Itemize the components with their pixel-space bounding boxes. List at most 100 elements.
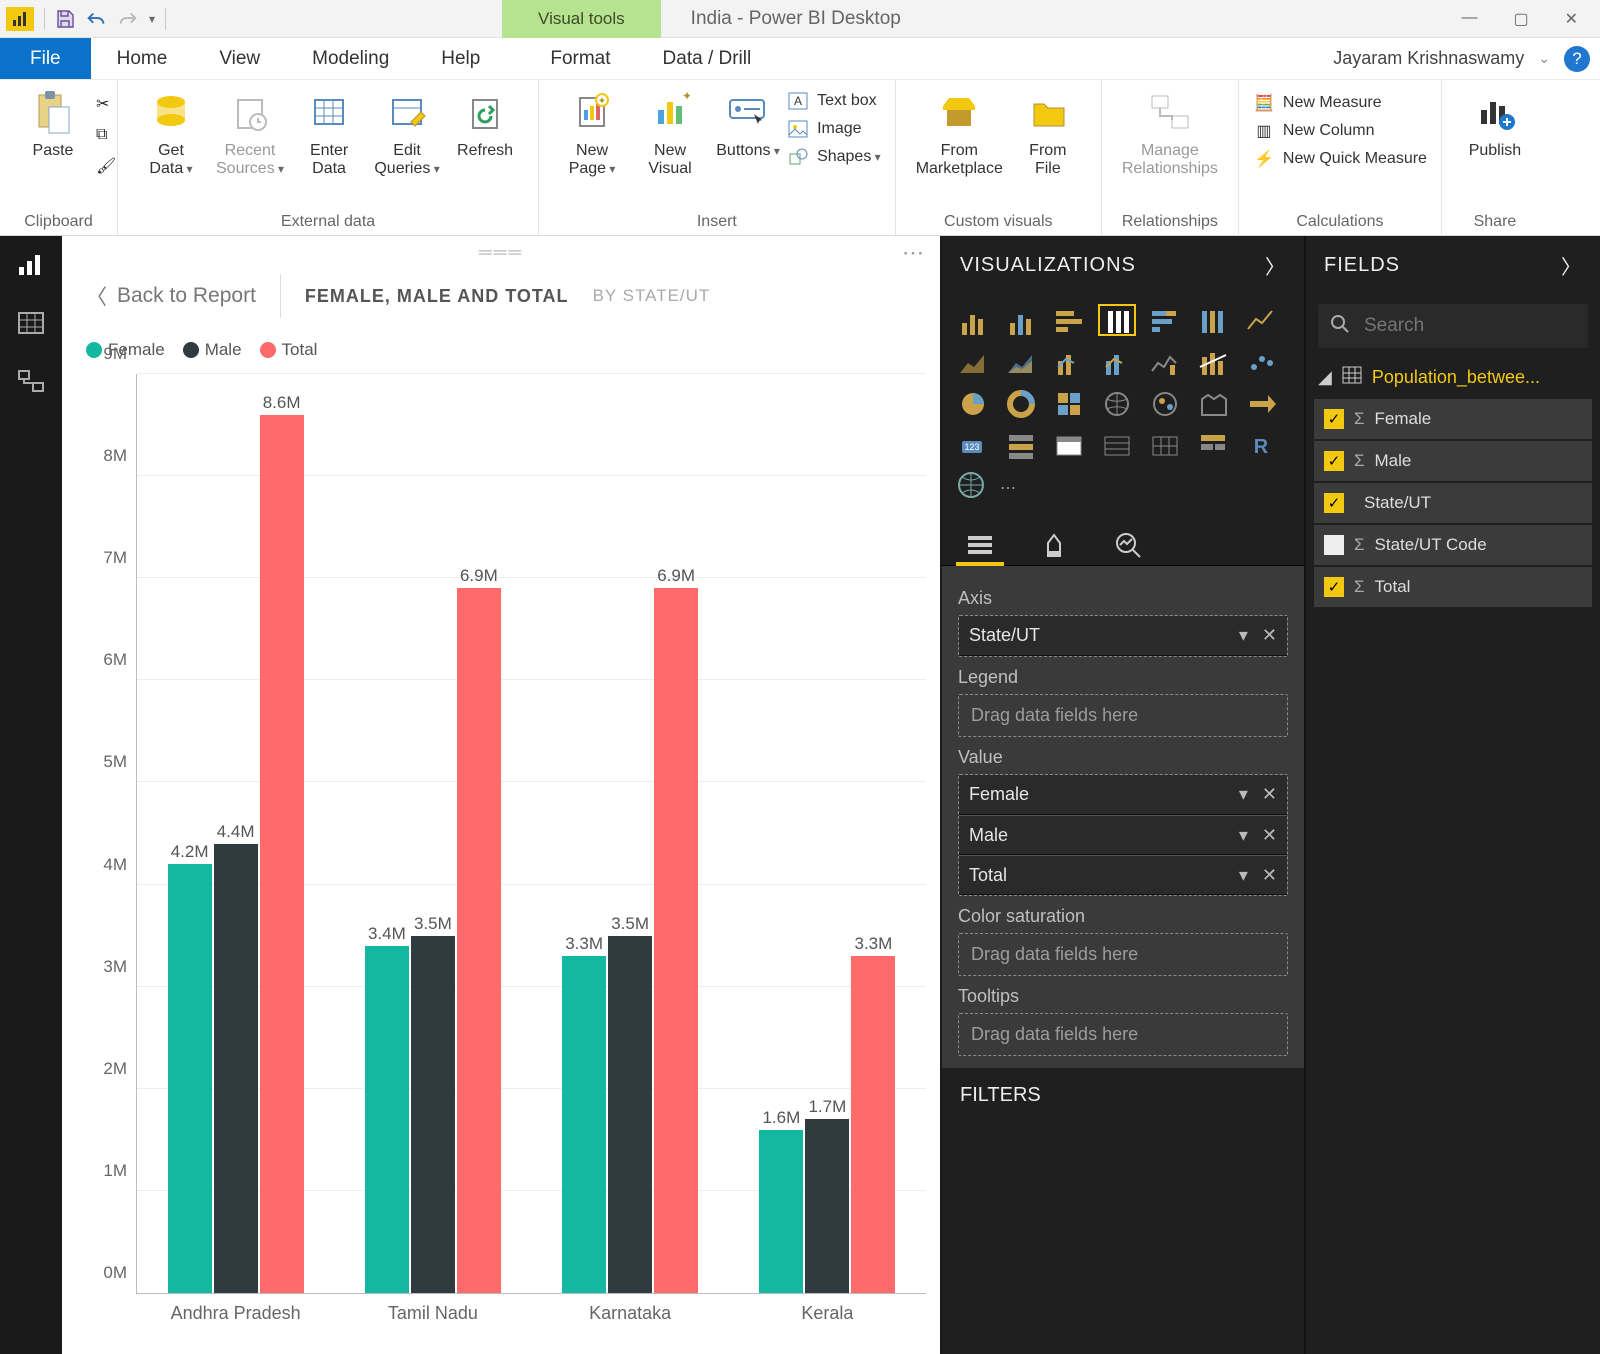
tooltips-well[interactable]: Drag data fields here	[958, 1013, 1288, 1056]
chevron-right-icon[interactable]: 〉	[1561, 251, 1582, 280]
viz-type-option[interactable]	[1050, 346, 1088, 378]
redo-icon[interactable]	[117, 9, 139, 29]
viz-type-option[interactable]	[1194, 346, 1232, 378]
remove-icon[interactable]: ✕	[1262, 865, 1277, 886]
remove-icon[interactable]: ✕	[1262, 625, 1277, 646]
viz-type-option[interactable]	[954, 304, 992, 336]
tab-data-drill[interactable]: Data / Drill	[637, 38, 778, 79]
viz-type-option[interactable]	[1050, 430, 1088, 462]
field-row[interactable]: ✓ΣFemale	[1314, 399, 1592, 439]
viz-type-option[interactable]	[1050, 304, 1088, 336]
field-checkbox[interactable]	[1324, 535, 1344, 555]
bar[interactable]: 6.9M	[457, 588, 501, 1293]
axis-chip-state[interactable]: State/UT▾✕	[959, 616, 1287, 656]
viz-type-option[interactable]	[1194, 430, 1232, 462]
visual-drag-handle-icon[interactable]: ═══	[479, 242, 523, 263]
tab-help[interactable]: Help	[415, 38, 506, 79]
viz-type-option[interactable]	[1002, 346, 1040, 378]
enter-data-button[interactable]: Enter Data	[290, 88, 368, 179]
viz-type-option[interactable]	[1194, 388, 1232, 420]
viz-type-option[interactable]	[954, 346, 992, 378]
viz-type-option[interactable]	[1146, 430, 1184, 462]
field-row[interactable]: ΣState/UT Code	[1314, 525, 1592, 565]
refresh-button[interactable]: Refresh	[446, 88, 524, 160]
nav-data-icon[interactable]	[13, 308, 49, 338]
field-row[interactable]: ✓State/UT	[1314, 483, 1592, 523]
viz-type-option[interactable]	[1098, 304, 1136, 336]
maximize-icon[interactable]: ▢	[1513, 9, 1528, 29]
help-icon[interactable]: ?	[1564, 46, 1590, 72]
viz-type-option[interactable]	[1242, 346, 1280, 378]
viz-type-option[interactable]	[1002, 304, 1040, 336]
bar[interactable]: 1.7M	[805, 1119, 849, 1293]
buttons-button[interactable]: Buttons	[709, 88, 787, 160]
field-row[interactable]: ✓ΣMale	[1314, 441, 1592, 481]
undo-icon[interactable]	[85, 9, 107, 29]
bar[interactable]: 4.4M	[214, 844, 258, 1293]
color-saturation-well[interactable]: Drag data fields here	[958, 933, 1288, 976]
chevron-right-icon[interactable]: 〉	[1265, 251, 1286, 280]
viz-type-option[interactable]: 123	[954, 430, 992, 462]
from-marketplace-button[interactable]: From Marketplace	[910, 88, 1009, 179]
value-chip[interactable]: Female▾✕	[959, 775, 1287, 815]
bar[interactable]: 3.5M	[608, 936, 652, 1293]
minimize-icon[interactable]: —	[1461, 9, 1477, 29]
shapes-button[interactable]: Shapes	[787, 146, 881, 168]
viz-type-option[interactable]	[1098, 346, 1136, 378]
save-icon[interactable]	[55, 9, 75, 29]
field-row[interactable]: ✓ΣTotal	[1314, 567, 1592, 607]
search-input[interactable]	[1362, 314, 1576, 338]
close-icon[interactable]: ✕	[1565, 9, 1578, 29]
viz-type-option[interactable]	[1146, 346, 1184, 378]
fields-table-row[interactable]: ◢ Population_betwee...	[1306, 358, 1600, 397]
copy-icon[interactable]: ⧉	[96, 126, 116, 144]
fields-search[interactable]	[1318, 304, 1588, 348]
viz-type-option[interactable]	[954, 388, 992, 420]
viz-type-option[interactable]	[1194, 304, 1232, 336]
field-checkbox[interactable]: ✓	[1324, 451, 1344, 471]
visual-more-icon[interactable]: ⋯	[902, 240, 926, 266]
new-visual-button[interactable]: ✦New Visual	[631, 88, 709, 179]
viz-type-option[interactable]: R	[1242, 430, 1280, 462]
collapse-icon[interactable]: ◢	[1318, 367, 1332, 388]
back-to-report-button[interactable]: 〈Back to Report	[86, 281, 256, 311]
bar[interactable]: 4.2M	[168, 864, 212, 1293]
field-checkbox[interactable]: ✓	[1324, 493, 1344, 513]
nav-model-icon[interactable]	[13, 366, 49, 396]
cut-icon[interactable]: ✂	[96, 94, 116, 114]
manage-relationships-button[interactable]: Manage Relationships	[1116, 88, 1224, 179]
viz-globe-icon[interactable]	[956, 470, 986, 505]
viz-type-option[interactable]	[1146, 304, 1184, 336]
viz-type-option[interactable]	[1242, 304, 1280, 336]
viz-tab-format-icon[interactable]	[1034, 525, 1074, 565]
field-checkbox[interactable]: ✓	[1324, 577, 1344, 597]
viz-tab-analytics-icon[interactable]	[1108, 525, 1148, 565]
publish-button[interactable]: Publish	[1456, 88, 1534, 160]
remove-icon[interactable]: ✕	[1262, 825, 1277, 846]
value-chip[interactable]: Total▾✕	[959, 855, 1287, 895]
nav-report-icon[interactable]	[13, 250, 49, 280]
tab-file[interactable]: File	[0, 38, 91, 79]
viz-type-option[interactable]	[1146, 388, 1184, 420]
new-measure-button[interactable]: 🧮New Measure	[1253, 92, 1427, 114]
chevron-down-icon[interactable]: ▾	[1239, 865, 1248, 886]
bar[interactable]: 3.3M	[562, 956, 606, 1293]
viz-type-option[interactable]	[1242, 388, 1280, 420]
report-canvas[interactable]: ═══ ⋯ 〈Back to Report FEMALE, MALE AND T…	[62, 236, 942, 1354]
format-painter-icon[interactable]: 🖌	[96, 156, 116, 176]
field-checkbox[interactable]: ✓	[1324, 409, 1344, 429]
bar[interactable]: 3.5M	[411, 936, 455, 1293]
value-chip[interactable]: Male▾✕	[959, 815, 1287, 855]
chevron-down-icon[interactable]: ▾	[1239, 825, 1248, 846]
value-well[interactable]: Female▾✕Male▾✕Total▾✕	[958, 774, 1288, 896]
from-file-button[interactable]: From File	[1009, 88, 1087, 179]
recent-sources-button[interactable]: Recent Sources	[210, 88, 290, 179]
user-name[interactable]: Jayaram Krishnaswamy	[1333, 48, 1524, 69]
new-page-button[interactable]: ✦New Page	[553, 88, 631, 179]
qat-dropdown-icon[interactable]: ▾	[149, 12, 155, 26]
legend-well[interactable]: Drag data fields here	[958, 694, 1288, 737]
bar[interactable]: 3.3M	[851, 956, 895, 1293]
viz-tab-fields-icon[interactable]	[960, 525, 1000, 565]
chevron-down-icon[interactable]: ▾	[1239, 784, 1248, 805]
new-quick-measure-button[interactable]: ⚡New Quick Measure	[1253, 148, 1427, 170]
